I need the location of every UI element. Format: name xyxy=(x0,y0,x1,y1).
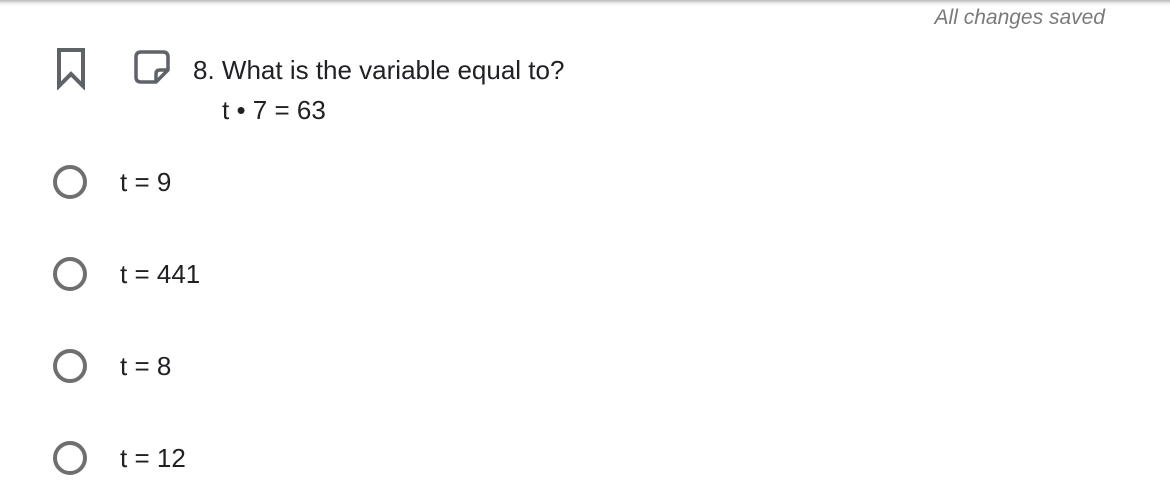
radio-button-icon[interactable] xyxy=(53,349,87,383)
question-title: 8. What is the variable equal to? xyxy=(193,55,565,85)
answer-choice-label: t = 9 xyxy=(120,166,172,197)
note-button[interactable] xyxy=(132,48,172,86)
answer-choice-3[interactable]: t = 8 xyxy=(48,342,448,390)
answer-choice-2[interactable]: t = 441 xyxy=(48,250,448,298)
bookmark-icon xyxy=(57,48,85,91)
question-equation: t • 7 = 63 xyxy=(222,95,326,125)
answer-choice-label: t = 12 xyxy=(120,442,186,473)
radio-button-icon[interactable] xyxy=(53,257,87,291)
radio-button-icon[interactable] xyxy=(53,441,87,475)
answer-choice-label: t = 441 xyxy=(120,258,201,289)
quiz-question-page: All changes saved 8. What is the variabl… xyxy=(0,0,1170,502)
answer-choice-1[interactable]: t = 9 xyxy=(48,158,448,206)
note-icon xyxy=(134,50,170,84)
answer-choice-4[interactable]: t = 12 xyxy=(48,434,448,482)
save-status-text: All changes saved xyxy=(934,6,1105,29)
radio-button-icon[interactable] xyxy=(53,165,87,199)
bookmark-button[interactable] xyxy=(52,46,90,91)
answer-choice-label: t = 8 xyxy=(120,350,172,381)
